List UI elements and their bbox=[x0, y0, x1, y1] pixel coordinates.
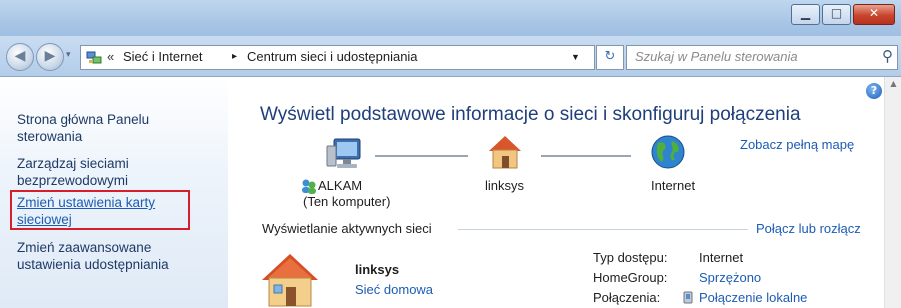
search-placeholder: Szukaj w Panelu sterowania bbox=[635, 49, 798, 64]
sidebar-item-manage-wireless[interactable]: Zarządzaj sieciami bezprzewodowymi bbox=[17, 155, 129, 189]
page-title: Wyświetl podstawowe informacje o sieci i… bbox=[260, 104, 801, 125]
network-globe-icon bbox=[86, 51, 102, 64]
sidebar-item-label: Zmień zaawansowane bbox=[17, 240, 152, 255]
breadcrumb-network-center[interactable]: Centrum sieci i udostępniania bbox=[247, 49, 418, 64]
address-chevron[interactable]: « bbox=[107, 49, 114, 64]
maximize-button[interactable]: □ bbox=[822, 4, 851, 25]
local-connection-link[interactable]: Połączenie lokalne bbox=[699, 290, 807, 305]
sidebar-item-label: Strona główna Panelu bbox=[17, 112, 150, 127]
internet-globe-icon[interactable] bbox=[650, 134, 686, 172]
map-computer-sub: (Ten komputer) bbox=[303, 194, 391, 209]
access-type-label: Typ dostępu: bbox=[593, 250, 668, 265]
connections-label: Połączenia: bbox=[593, 290, 661, 305]
address-dropdown-icon[interactable]: ▼ bbox=[571, 52, 580, 62]
router-house-icon[interactable] bbox=[487, 133, 523, 173]
forward-arrow-icon[interactable]: ▶ bbox=[36, 43, 64, 71]
map-computer-name: ALKAM bbox=[318, 178, 363, 193]
map-connector-line bbox=[541, 155, 631, 157]
search-input[interactable]: Szukaj w Panelu sterowania ⚲ bbox=[626, 45, 898, 70]
map-router-name: linksys bbox=[485, 178, 525, 193]
minimize-icon: ▁ bbox=[800, 6, 811, 20]
sidebar-item-advanced-sharing[interactable]: Zmień zaawansowane ustawienia udostępnia… bbox=[17, 239, 169, 273]
network-house-icon bbox=[262, 254, 318, 307]
close-button[interactable]: ✕ bbox=[853, 4, 895, 25]
map-connector-line bbox=[375, 155, 468, 157]
homegroup-label: HomeGroup: bbox=[593, 270, 668, 285]
highlight-box bbox=[10, 190, 190, 230]
title-bar: ▁ □ ✕ bbox=[0, 0, 901, 36]
help-icon[interactable]: ? bbox=[866, 83, 882, 99]
full-map-link[interactable]: Zobacz pełną mapę bbox=[740, 137, 854, 152]
access-type-value: Internet bbox=[699, 250, 744, 265]
breadcrumb-network-internet[interactable]: Sieć i Internet bbox=[123, 49, 203, 64]
sidebar-item-label: sterowania bbox=[17, 129, 83, 144]
sidebar-item-label: ustawienia udostępniania bbox=[17, 257, 169, 272]
recent-pages-dropdown-icon[interactable]: ▾ bbox=[66, 50, 71, 60]
maximize-icon: □ bbox=[830, 6, 843, 20]
sidebar-item-label: bezprzewodowymi bbox=[17, 173, 129, 188]
sidebar-item-label: Zarządzaj sieciami bbox=[17, 156, 129, 171]
address-bar[interactable]: « Sieć i Internet ▸ Centrum sieci i udos… bbox=[80, 45, 595, 70]
computer-icon[interactable] bbox=[326, 137, 366, 173]
back-arrow-icon[interactable]: ◀ bbox=[6, 43, 34, 71]
connect-disconnect-link[interactable]: Połącz lub rozłącz bbox=[756, 221, 861, 236]
refresh-icon[interactable]: ↻ bbox=[596, 45, 624, 70]
vertical-scrollbar[interactable]: ▲ bbox=[884, 77, 901, 308]
network-type-link[interactable]: Sieć domowa bbox=[355, 282, 433, 297]
section-divider bbox=[458, 229, 748, 230]
close-icon: ✕ bbox=[868, 6, 880, 20]
homegroup-link[interactable]: Sprzężono bbox=[699, 270, 761, 285]
homegroup-icon bbox=[302, 179, 316, 194]
navigation-bar: ◀ ▶ ▾ « Sieć i Internet ▸ Centrum sieci … bbox=[0, 36, 901, 77]
search-icon[interactable]: ⚲ bbox=[882, 47, 893, 65]
network-name: linksys bbox=[355, 262, 400, 277]
breadcrumb-separator[interactable]: ▸ bbox=[232, 51, 237, 62]
active-networks-header: Wyświetlanie aktywnych sieci bbox=[262, 221, 432, 236]
map-internet-label: Internet bbox=[651, 178, 696, 193]
scroll-up-icon[interactable]: ▲ bbox=[885, 79, 901, 88]
minimize-button[interactable]: ▁ bbox=[791, 4, 820, 25]
connection-plug-icon bbox=[683, 291, 693, 304]
control-panel-window: ▁ □ ✕ ◀ ▶ ▾ « Sieć i Internet ▸ Centrum … bbox=[0, 0, 901, 308]
sidebar-item-control-panel-home[interactable]: Strona główna Panelu sterowania bbox=[17, 111, 149, 145]
window-controls: ▁ □ ✕ bbox=[789, 4, 895, 25]
